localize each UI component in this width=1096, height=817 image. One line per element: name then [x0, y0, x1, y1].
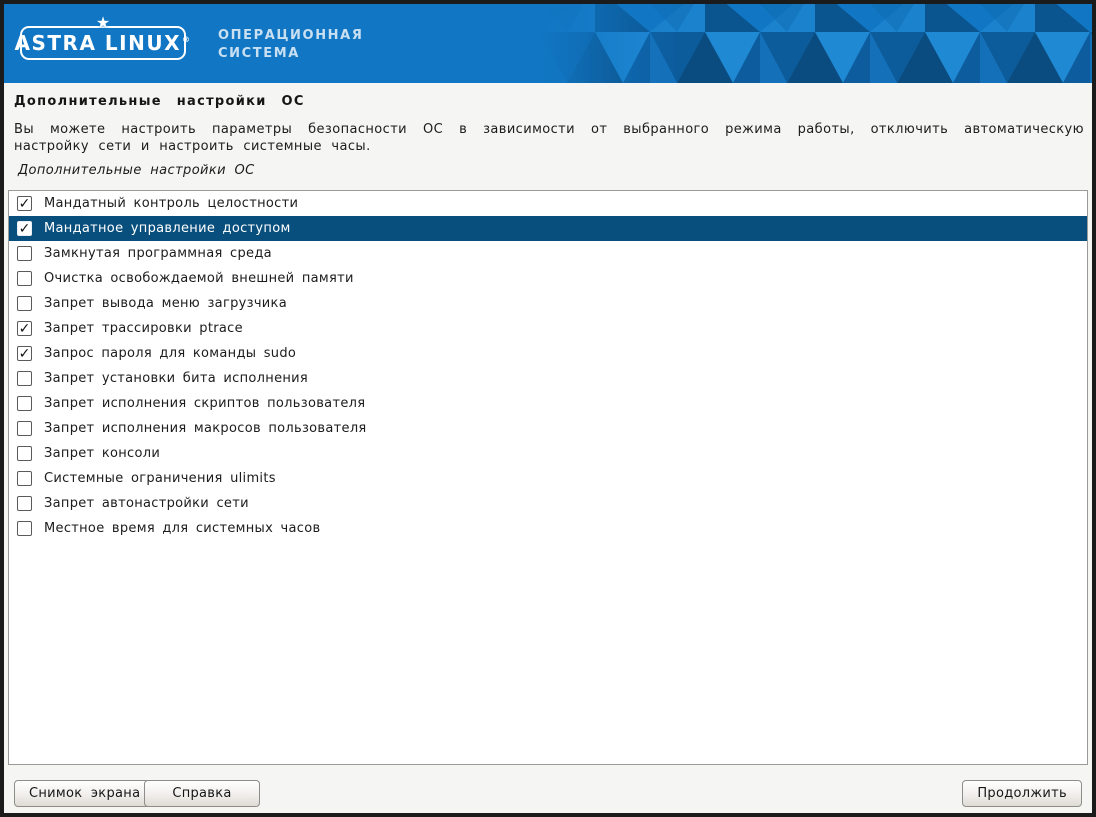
list-item-label: Запрет трассировки ptrace	[44, 321, 243, 336]
list-item-label: Мандатный контроль целостности	[44, 196, 298, 211]
help-button[interactable]: Справка	[144, 780, 260, 807]
list-item[interactable]: Запрет консоли	[9, 441, 1087, 466]
checkbox-icon[interactable]	[17, 421, 32, 436]
installer-window: ★ ASTRA LINUX® ОПЕРАЦИОННАЯ СИСТЕМА Допо…	[0, 0, 1096, 817]
list-item[interactable]: Системные ограничения ulimits	[9, 466, 1087, 491]
list-item-label: Запрет установки бита исполнения	[44, 371, 308, 386]
checkbox-icon[interactable]: ✓	[17, 346, 32, 361]
list-item[interactable]: Запрет автонастройки сети	[9, 491, 1087, 516]
list-item[interactable]: Запрет исполнения скриптов пользователя	[9, 391, 1087, 416]
list-item-label: Запрос пароля для команды sudo	[44, 346, 296, 361]
list-item-label: Запрет автонастройки сети	[44, 496, 249, 511]
registered-mark: ®	[182, 35, 192, 44]
list-item[interactable]: ✓ Мандатный контроль целостности	[9, 191, 1087, 216]
checkbox-icon[interactable]	[17, 296, 32, 311]
checkbox-icon[interactable]: ✓	[17, 321, 32, 336]
checkbox-icon[interactable]	[17, 246, 32, 261]
list-item-label: Системные ограничения ulimits	[44, 471, 276, 486]
header-geometric-pattern	[540, 4, 1092, 83]
list-item[interactable]: Очистка освобождаемой внешней памяти	[9, 266, 1087, 291]
list-item-label: Замкнутая программная среда	[44, 246, 272, 261]
logo-text: ASTRA LINUX®	[15, 31, 192, 55]
checkbox-icon[interactable]: ✓	[17, 196, 32, 211]
brand-line1: ОПЕРАЦИОННАЯ	[218, 27, 363, 45]
astra-linux-logo: ★ ASTRA LINUX®	[20, 26, 186, 60]
list-item[interactable]: Местное время для системных часов	[9, 516, 1087, 541]
continue-button[interactable]: Продолжить	[962, 780, 1082, 807]
checkbox-icon[interactable]	[17, 371, 32, 386]
list-item[interactable]: Запрет вывода меню загрузчика	[9, 291, 1087, 316]
checkbox-icon[interactable]	[17, 271, 32, 286]
page-title: Дополнительные настройки ОС	[14, 94, 305, 109]
page-description: Вы можете настроить параметры безопаснос…	[14, 121, 1084, 155]
list-item-label: Мандатное управление доступом	[44, 221, 291, 236]
checkbox-icon[interactable]	[17, 446, 32, 461]
list-item-label: Запрет консоли	[44, 446, 160, 461]
list-item[interactable]: ✓ Запрос пароля для команды sudo	[9, 341, 1087, 366]
list-item-label: Местное время для системных часов	[44, 521, 320, 536]
page-subtitle: Дополнительные настройки ОС	[18, 163, 255, 178]
list-item[interactable]: Запрет установки бита исполнения	[9, 366, 1087, 391]
checkbox-icon[interactable]: ✓	[17, 221, 32, 236]
star-icon: ★	[96, 15, 110, 31]
header-banner: ★ ASTRA LINUX® ОПЕРАЦИОННАЯ СИСТЕМА	[4, 4, 1092, 83]
brand-line2: СИСТЕМА	[218, 45, 363, 63]
list-item-label: Запрет исполнения скриптов пользователя	[44, 396, 365, 411]
checkbox-icon[interactable]	[17, 471, 32, 486]
list-item[interactable]: ✓ Запрет трассировки ptrace	[9, 316, 1087, 341]
list-item-label: Запрет исполнения макросов пользователя	[44, 421, 367, 436]
list-item-label: Запрет вывода меню загрузчика	[44, 296, 287, 311]
screenshot-button[interactable]: Снимок экрана	[14, 780, 155, 807]
checkbox-icon[interactable]	[17, 396, 32, 411]
list-item[interactable]: Запрет исполнения макросов пользователя	[9, 416, 1087, 441]
checkbox-icon[interactable]	[17, 521, 32, 536]
list-item-label: Очистка освобождаемой внешней памяти	[44, 271, 354, 286]
options-list: ✓ Мандатный контроль целостности ✓ Манда…	[8, 190, 1088, 765]
list-item[interactable]: ✓ Мандатное управление доступом	[9, 216, 1087, 241]
brand-caption: ОПЕРАЦИОННАЯ СИСТЕМА	[218, 27, 363, 63]
list-item[interactable]: Замкнутая программная среда	[9, 241, 1087, 266]
checkbox-icon[interactable]	[17, 496, 32, 511]
